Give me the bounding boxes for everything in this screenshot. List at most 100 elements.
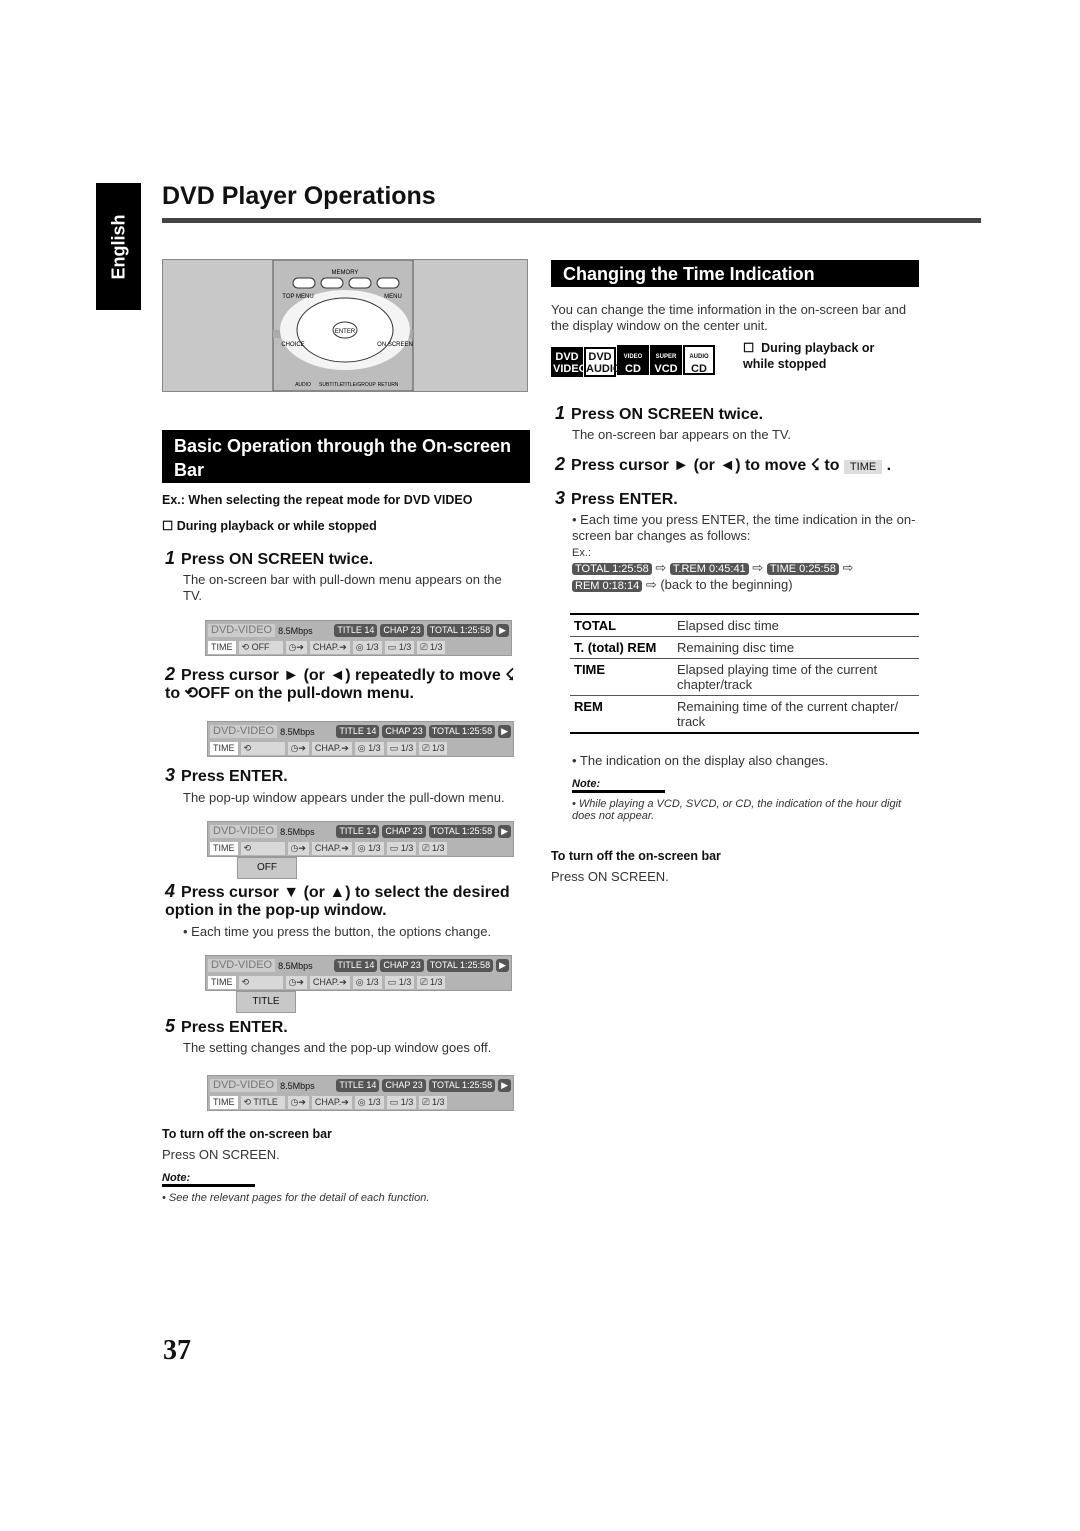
seq-time: TIME 0:25:58 [766,563,839,575]
repeat-icon: ⟲ [243,1097,252,1107]
osd-timesearch-item[interactable]: ◷➔ [287,742,309,755]
osd-chapter: CHAP 23 [382,1079,426,1092]
seq-end: (back to the beginning) [660,577,793,592]
osd-audio-item[interactable]: ◎ 1/3 [354,842,384,855]
osd-chapter: CHAP 23 [382,825,426,838]
right-step-3-desc: • Each time you press ENTER, the time in… [572,512,916,543]
osd-status-row: DVD-VIDEO 8.5Mbps TITLE 14 CHAP 23 TOTAL 1:2… [208,623,509,638]
osd-repeat-item[interactable]: ⟲ [238,976,283,989]
osd-angle-item[interactable]: ⎚ 1/3 [417,976,446,989]
angle-icon: ⎚ [422,743,430,753]
osd-subtitle-item[interactable]: ▭ 1/3 [384,976,415,989]
condition-label: During playback or while stopped [176,519,377,533]
right-step-3: 3 Press ENTER. [555,488,678,508]
audio-icon: ◎ [355,642,364,652]
note-label: Note: [162,1172,255,1187]
osd-repeat-item[interactable]: ⟲ [240,842,285,855]
osd-angle-item[interactable]: ⎚ 1/3 [417,641,446,654]
osd-time-item[interactable]: TIME [208,976,236,989]
osd-menu-row: TIME ⟲ TITLE ◷➔ CHAP.➔ ◎ 1/3 ▭ 1/3 ⎚ 1/3 [210,1095,511,1110]
osd-time-item[interactable]: TIME [210,742,238,755]
intro-text: You can change the time information in t… [551,302,907,333]
language-label: English [108,213,128,280]
osd-chapter-search[interactable]: CHAP.➔ [311,1096,352,1109]
osd-timesearch-item[interactable]: ◷➔ [287,842,309,855]
section-heading-basic: Basic Operation through the On-screen Ba… [162,430,530,483]
osd-timesearch-item[interactable]: ◷➔ [285,641,307,654]
step-1-desc: The on-screen bar with pull-down menu ap… [183,572,502,603]
osd-source: DVD-VIDEO [208,624,276,637]
osd-time-item[interactable]: TIME [210,1096,238,1109]
title-divider [162,218,981,223]
right-turn-off-text: Press ON SCREEN. [551,869,669,884]
popup-window[interactable]: OFF [237,857,297,879]
osd-repeat-item[interactable]: ⟲ OFF [238,641,283,654]
right-step-2: 2 Press cursor ► (or ◄) to move ☇ to TIME… [555,454,892,474]
step-5: 5 Press ENTER. [165,1016,288,1036]
osd-subtitle-item[interactable]: ▭ 1/3 [386,1096,417,1109]
osd-status-row: DVD-VIDEO 8.5Mbps TITLE 14 CHAP 23 TOTAL 1:2… [210,724,511,739]
on-screen-bar: DVD-VIDEO 8.5Mbps TITLE 14 CHAP 23 TOTAL 1:2… [207,1075,514,1111]
osd-time-item[interactable]: TIME [208,641,236,654]
osd-chapter-search[interactable]: CHAP.➔ [311,842,352,855]
osd-menu-row: TIME ⟲ ◷➔ CHAP.➔ ◎ 1/3 ▭ 1/3 ⎚ 1/3 [208,975,509,990]
step-5-desc: The setting changes and the pop-up windo… [183,1040,492,1055]
osd-subtitle-item[interactable]: ▭ 1/3 [386,842,417,855]
on-screen-bar: DVD-VIDEO 8.5Mbps TITLE 14 CHAP 23 TOTAL 1:2… [207,721,514,757]
step-3-desc: The pop-up window appears under the pull… [183,790,505,805]
time-table: TOTAL Elapsed disc time T. (total) REM Rem… [570,613,919,734]
dvd-video-icon: DVD VIDEO [551,347,587,377]
osd-subtitle-item[interactable]: ▭ 1/3 [386,742,417,755]
osd-timesearch-item[interactable]: ◷➔ [287,1096,309,1109]
osd-angle-item[interactable]: ⎚ 1/3 [419,1096,448,1109]
svg-text:SUBTITLE: SUBTITLE [319,382,344,388]
step-3: 3 Press ENTER. [165,765,288,785]
repeat-icon: ⟲ [241,977,250,987]
osd-chapter-search[interactable]: CHAP.➔ [309,976,350,989]
osd-audio-item[interactable]: ◎ 1/3 [354,1096,384,1109]
play-icon: ▶ [498,725,511,738]
table-row: TIME Elapsed playing time of the current … [570,658,919,696]
subtitle-icon: ▭ [389,843,399,853]
osd-menu-row: TIME ⟲ ◷➔ CHAP.➔ ◎ 1/3 ▭ 1/3 ⎚ 1/3 [210,841,511,856]
osd-angle-item[interactable]: ⎚ 1/3 [419,842,448,855]
osd-timesearch-item[interactable]: ◷➔ [285,976,307,989]
table-row: T. (total) REM Remaining disc time [570,636,919,659]
osd-time-item[interactable]: TIME [210,842,238,855]
display-note: • The indication on the display also cha… [572,753,829,768]
super-vcd-icon: SUPER VCD [650,345,682,375]
osd-subtitle-item[interactable]: ▭ 1/3 [384,641,415,654]
on-screen-bar: DVD-VIDEO 8.5Mbps TITLE 14 CHAP 23 TOTAL 1:2… [207,821,514,857]
osd-audio-item[interactable]: ◎ 1/3 [352,976,382,989]
osd-audio-item[interactable]: ◎ 1/3 [352,641,382,654]
osd-status-row: DVD-VIDEO 8.5Mbps TITLE 14 CHAP 23 TOTAL 1:2… [208,958,509,973]
on-screen-bar: DVD-VIDEO 8.5Mbps TITLE 14 CHAP 23 TOTAL 1:2… [205,955,512,991]
turn-off-heading: To turn off the on-screen bar [162,1127,332,1141]
svg-text:TITLE/GROUP: TITLE/GROUP [342,382,376,388]
example-text: Ex.: When selecting the repeat mode for … [162,493,473,507]
osd-chapter-search[interactable]: CHAP.➔ [309,641,350,654]
osd-status-row: DVD-VIDEO 8.5Mbps TITLE 14 CHAP 23 TOTAL 1:2… [210,1078,511,1093]
osd-chapter-search[interactable]: CHAP.➔ [311,742,352,755]
popup-window[interactable]: TITLE [236,991,296,1013]
osd-bitrate: 8.5Mbps [280,826,315,837]
osd-total: TOTAL 1:25:58 [428,825,496,838]
osd-title: TITLE 14 [336,825,380,838]
audio-cd-icon: AUDIO CD [683,345,715,375]
manual-page: English DVD Player Operations ENTER MEMO… [0,0,1080,1531]
svg-text:AUDIO: AUDIO [295,382,311,388]
repeat-icon: ⟲ [243,743,252,753]
svg-text:RETURN: RETURN [378,382,399,388]
right-step-1-desc: The on-screen bar appears on the TV. [572,427,791,442]
osd-repeat-item[interactable]: ⟲ [240,742,285,755]
clock-icon: ◷ [288,642,297,652]
osd-audio-item[interactable]: ◎ 1/3 [354,742,384,755]
page-title: DVD Player Operations [162,182,436,210]
subtitle-icon: ▭ [387,642,397,652]
osd-repeat-item[interactable]: ⟲ TITLE [240,1096,285,1109]
osd-angle-item[interactable]: ⎚ 1/3 [419,742,448,755]
osd-menu-row: TIME ⟲ OFF ◷➔ CHAP.➔ ◎ 1/3 ▭ 1/3 ⎚ 1/3 [208,640,509,655]
time-chip: TIME [843,460,883,474]
play-icon: ▶ [496,624,509,637]
play-icon: ▶ [498,1079,511,1092]
